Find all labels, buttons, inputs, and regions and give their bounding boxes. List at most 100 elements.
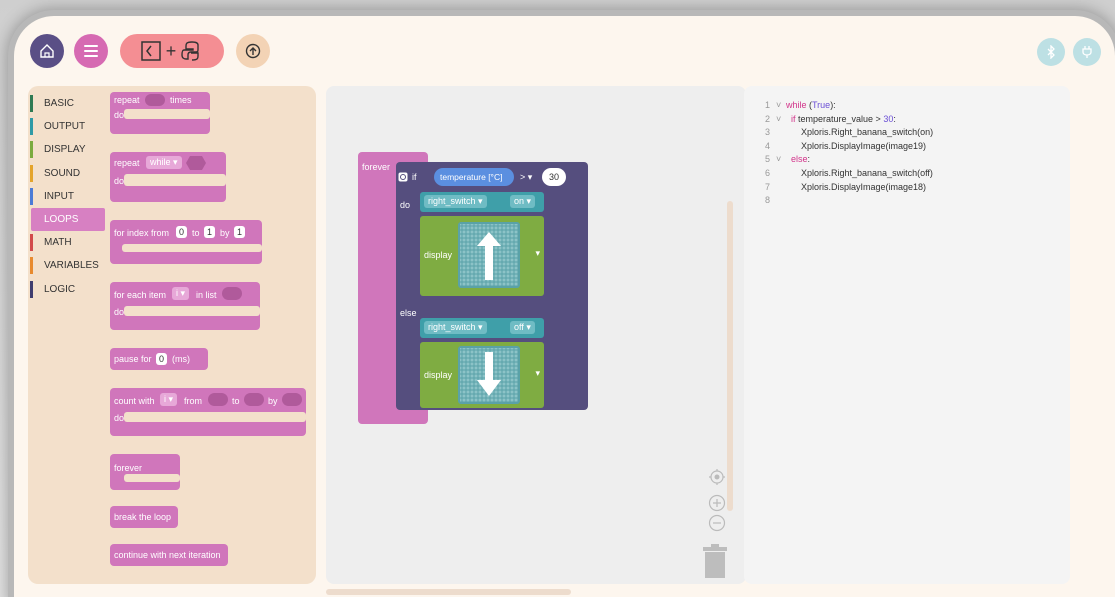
code-line: 1 ˅ while (True): — [756, 100, 836, 114]
bluetooth-button[interactable] — [1037, 38, 1065, 66]
block-label: break the loop — [114, 512, 172, 522]
category-output[interactable]: OUTPUT — [28, 115, 106, 138]
palette-continue-block[interactable]: continue with next iteration — [110, 544, 228, 566]
from-slot[interactable] — [208, 393, 228, 406]
image-dropdown-arrow[interactable]: ▾ — [535, 248, 540, 259]
block-label: by — [220, 228, 230, 238]
switch-select-dropdown[interactable]: right_switch ▾ — [424, 195, 487, 208]
fold-chevron-icon[interactable]: ˅ — [776, 114, 786, 124]
display-image-block-up[interactable]: display ▾ — [420, 216, 544, 296]
temperature-sensor-block[interactable]: temperature [°C] — [434, 168, 514, 186]
category-label: DISPLAY — [44, 144, 86, 156]
palette-for-each-block[interactable]: for each item i ▾ in list do — [110, 282, 260, 330]
category-label: MATH — [44, 237, 72, 249]
image-dropdown-arrow[interactable]: ▾ — [535, 368, 540, 379]
home-button[interactable] — [30, 34, 64, 68]
display-image-block-down[interactable]: display ▾ — [420, 342, 544, 408]
python-icon — [181, 41, 199, 61]
switch-state-dropdown[interactable]: on ▾ — [510, 195, 536, 208]
led-matrix-up[interactable] — [458, 222, 520, 288]
condition-compare-block[interactable]: temperature [°C] > ▾ 30 — [432, 166, 572, 188]
block-label: to — [192, 228, 200, 238]
blocks-python-mode-button[interactable]: + — [120, 34, 224, 68]
line-number: 1 — [764, 100, 770, 110]
block-label: times — [170, 95, 192, 105]
display-label: display — [424, 370, 453, 380]
category-input[interactable]: INPUT — [28, 185, 106, 208]
right-switch-on-block[interactable]: right_switch ▾ on ▾ — [420, 192, 544, 212]
category-variables[interactable]: VARIABLES — [28, 254, 106, 277]
palette-count-with-block[interactable]: count with i ▾ from to by do — [110, 388, 306, 436]
palette-repeat-times-block[interactable]: repeat times do — [110, 92, 210, 134]
operator-dropdown[interactable]: > ▾ — [520, 172, 532, 183]
statement-notch — [124, 412, 306, 422]
count-variable-dropdown[interactable]: i ▾ — [160, 393, 178, 406]
right-switch-off-block[interactable]: right_switch ▾ off ▾ — [420, 318, 544, 338]
by-value[interactable]: 1 — [234, 226, 245, 238]
while-dropdown[interactable]: while ▾ — [146, 156, 182, 169]
category-loops[interactable]: LOOPS — [31, 207, 105, 232]
python-code-panel[interactable]: 1 ˅ while (True): 2 ˅ if temperature_value >… — [744, 86, 1070, 584]
hamburger-icon — [84, 45, 98, 57]
category-label: SOUND — [44, 167, 81, 179]
upload-icon — [245, 43, 261, 59]
code-token: Xploris.DisplayImage(image18) — [786, 181, 927, 192]
menu-button[interactable] — [74, 34, 108, 68]
zoom-out-icon[interactable] — [708, 514, 726, 532]
fold-chevron-icon[interactable]: ˅ — [776, 100, 786, 110]
category-logic[interactable]: LOGIC — [28, 278, 106, 301]
palette-for-index-block[interactable]: for index from 0 to 1 by 1 — [110, 220, 262, 264]
palette-forever-block[interactable]: forever — [110, 454, 180, 490]
line-number: 7 — [764, 181, 770, 192]
code-token: Xploris.Right_banana_switch(off) — [786, 168, 933, 178]
workspace-horizontal-scrollbar[interactable] — [326, 589, 571, 595]
category-label: INPUT — [44, 190, 74, 202]
line-number: 5 — [764, 154, 770, 165]
display-label: display — [424, 250, 453, 260]
category-display[interactable]: DISPLAY — [28, 138, 106, 161]
category-label: VARIABLES — [44, 260, 99, 272]
workspace-vertical-scrollbar[interactable] — [727, 201, 733, 511]
block-label: for each item — [114, 290, 167, 300]
pause-value[interactable]: 0 — [156, 353, 167, 365]
if-gear-icon[interactable] — [398, 172, 408, 182]
led-matrix-down[interactable] — [458, 346, 520, 404]
code-token: : — [807, 154, 811, 165]
do-label: do — [400, 200, 411, 210]
home-icon — [40, 44, 54, 58]
trash-icon[interactable] — [702, 544, 728, 578]
fold-chevron-icon[interactable]: ˅ — [776, 154, 786, 164]
usb-connect-button[interactable] — [1073, 38, 1101, 66]
palette-break-block[interactable]: break the loop — [110, 506, 178, 528]
block-label: from — [184, 396, 202, 406]
palette-pause-block[interactable]: pause for 0 (ms) — [110, 348, 208, 370]
category-math[interactable]: MATH — [28, 231, 106, 254]
list-slot[interactable] — [222, 287, 242, 300]
to-slot[interactable] — [244, 393, 264, 406]
recenter-icon[interactable] — [708, 468, 726, 486]
by-slot[interactable] — [282, 393, 302, 406]
category-basic[interactable]: BASIC — [28, 92, 106, 115]
palette-repeat-while-block[interactable]: repeat while ▾ do — [110, 152, 226, 202]
zoom-in-icon[interactable] — [708, 494, 726, 512]
block-label: repeat — [114, 95, 140, 105]
plug-icon — [1082, 46, 1092, 58]
line-number: 2 — [764, 113, 770, 124]
switch-select-dropdown[interactable]: right_switch ▾ — [424, 321, 487, 334]
category-sound[interactable]: SOUND — [28, 162, 106, 185]
item-variable-dropdown[interactable]: i ▾ — [172, 287, 190, 300]
condition-slot[interactable] — [186, 156, 206, 170]
block-workspace[interactable]: forever if temperature [°C] > ▾ 30 do el… — [326, 86, 746, 584]
category-list: BASIC OUTPUT DISPLAY SOUND INPUT LOOPS MATH VAR… — [28, 92, 106, 301]
block-label: count with — [114, 396, 155, 406]
switch-state-dropdown[interactable]: off ▾ — [510, 321, 535, 334]
upload-button[interactable] — [236, 34, 270, 68]
threshold-value[interactable]: 30 — [542, 168, 566, 186]
from-value[interactable]: 0 — [176, 226, 187, 238]
code-line: 3 Xploris.Right_banana_switch(on) — [756, 127, 933, 141]
to-value[interactable]: 1 — [204, 226, 215, 238]
value-slot[interactable] — [145, 94, 165, 106]
statement-notch — [124, 306, 260, 316]
code-line: 2 ˅ if temperature_value > 30: — [756, 114, 896, 128]
category-label: LOGIC — [44, 283, 76, 295]
